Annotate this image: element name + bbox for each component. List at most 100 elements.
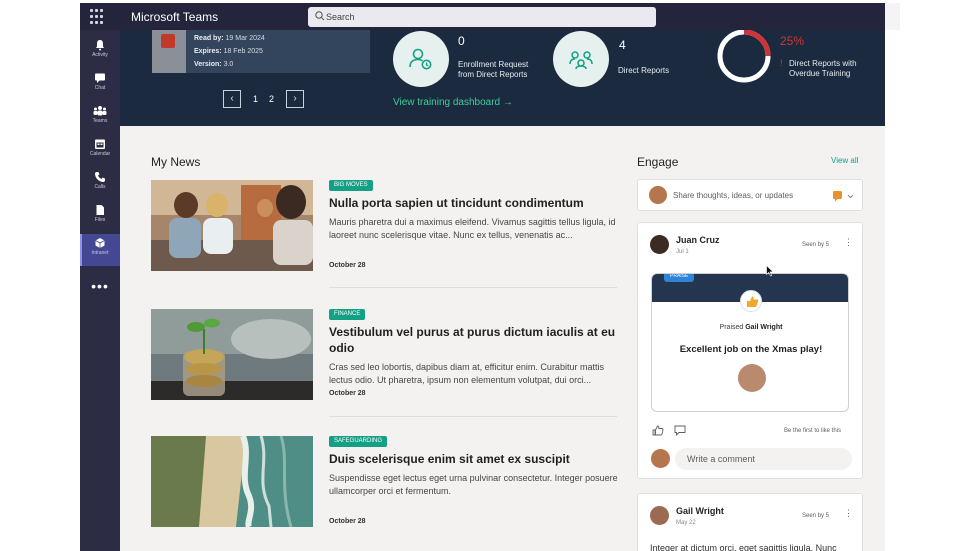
news-divider (329, 287, 617, 288)
bell-icon (96, 40, 104, 51)
my-news-heading: My News (151, 155, 201, 169)
search-input[interactable]: Search (308, 7, 656, 27)
rail-item-intranet[interactable]: Intranet (80, 234, 120, 266)
direct-reports-stat-circle (553, 31, 609, 87)
news-item[interactable]: SAFEGUARDING Duis scelerisque enim sit a… (151, 436, 619, 546)
news-image (151, 180, 313, 271)
rail-label: Activity (92, 52, 108, 58)
more-options-icon[interactable]: ⋮ (844, 237, 853, 248)
praise-message: Excellent job on the Xmas play! (679, 344, 823, 355)
post-date: Jul 1 (676, 249, 689, 255)
pager-prev-button[interactable]: ‹ (223, 90, 241, 108)
news-divider (329, 416, 617, 417)
version-line: Version: 3.0 (194, 61, 234, 68)
praise-badge: PRAISE (664, 274, 695, 282)
news-item[interactable]: FINANCE Vestibulum vel purus at purus di… (151, 309, 617, 419)
rail-label: Calls (94, 184, 106, 190)
post-date: May 22 (676, 520, 696, 526)
comment-placeholder: Write a comment (687, 454, 755, 464)
avatar (649, 186, 667, 204)
overdue-percent: 25% (780, 34, 805, 48)
news-date: October 28 (329, 518, 366, 525)
news-item[interactable]: BIG MOVES Nulla porta sapien ut tincidun… (151, 180, 617, 290)
teams-window: Microsoft Teams Search Activity Chat Tea… (80, 3, 900, 551)
post-composer[interactable]: Share thoughts, ideas, or updates (637, 179, 863, 211)
avatar (650, 235, 669, 254)
more-options-icon[interactable]: ⋮ (844, 508, 853, 519)
news-headline[interactable]: Nulla porta sapien ut tincidunt condimen… (329, 195, 619, 211)
window-edge (885, 3, 900, 30)
news-image (151, 309, 313, 400)
rail-item-calls[interactable]: Calls (80, 168, 120, 200)
post-author[interactable]: Gail Wright (676, 506, 724, 516)
post-text: Integer at dictum orci, eget sagittis li… (650, 543, 837, 551)
teams-icon (93, 106, 107, 116)
training-banner: Read by: 19 Mar 2024 Expires: 18 Feb 202… (120, 30, 885, 126)
praised-user-avatar[interactable] (738, 364, 766, 392)
rail-label: Teams (92, 118, 108, 124)
window-edge (885, 30, 900, 551)
more-apps-icon[interactable]: ••• (80, 278, 120, 294)
engage-post[interactable]: Gail Wright May 22 Seen by 5 ⋮ Integer a… (637, 493, 863, 551)
news-headline[interactable]: Vestibulum vel purus at purus dictum iac… (329, 324, 619, 356)
news-summary: Suspendisse eget lectus eget urna pulvin… (329, 473, 618, 496)
like-prompt: Be the first to like this (784, 428, 842, 434)
app-rail: Activity Chat Teams Calendar Calls Files… (80, 30, 120, 551)
people-network-icon (569, 51, 593, 70)
app-title: Microsoft Teams (131, 10, 219, 24)
rail-label: Calendar (89, 151, 111, 157)
pager-next-button[interactable]: › (286, 90, 304, 108)
enrollment-stat-circle (393, 31, 449, 87)
praised-line: Praised Gail Wright (719, 324, 783, 331)
rail-label: Chat (94, 85, 106, 91)
thumbs-up-badge-icon (740, 290, 762, 312)
alert-icon: ! (780, 58, 783, 68)
overdue-donut-chart (717, 30, 771, 83)
search-placeholder: Search (326, 12, 355, 22)
title-bar: Microsoft Teams Search (80, 3, 900, 30)
intranet-icon (95, 238, 105, 248)
pager-page-1[interactable]: 1 (253, 94, 258, 104)
pager-page-2[interactable]: 2 (269, 94, 274, 104)
read-by-line: Read by: 19 Mar 2024 (194, 35, 265, 42)
document-thumbnail (152, 30, 186, 73)
person-clock-icon (409, 48, 432, 70)
comment-input[interactable]: Write a comment (675, 448, 852, 470)
rail-item-activity[interactable]: Activity (80, 36, 120, 68)
news-category-badge[interactable]: SAFEGUARDING (329, 436, 388, 447)
rail-item-calendar[interactable]: Calendar (80, 135, 120, 167)
news-headline[interactable]: Duis scelerisque enim sit amet ex suscip… (329, 451, 619, 467)
mouse-cursor-icon (766, 265, 774, 277)
training-card[interactable]: Read by: 19 Mar 2024 Expires: 18 Feb 202… (152, 30, 370, 73)
news-category-badge[interactable]: FINANCE (329, 309, 366, 320)
rail-label: Intranet (91, 250, 109, 256)
seen-by-count[interactable]: Seen by 5 (802, 513, 829, 519)
news-date: October 28 (329, 262, 366, 269)
engage-post[interactable]: Juan Cruz Jul 1 Seen by 5 ⋮ PRAISE Prais… (637, 222, 863, 479)
chat-icon (95, 73, 105, 83)
enrollment-label: Enrollment Request from Direct Reports (458, 60, 529, 79)
comment-icon[interactable] (674, 425, 686, 436)
rail-label: Files (94, 217, 106, 223)
avatar (651, 449, 670, 468)
overdue-label: Direct Reports with Overdue Training (789, 59, 857, 78)
expires-line: Expires: 18 Feb 2025 (194, 48, 263, 55)
engage-heading: Engage (637, 155, 679, 169)
praise-card: PRAISE Praised Gail Wright Excellent job… (651, 273, 849, 412)
news-image (151, 436, 313, 527)
rail-item-files[interactable]: Files (80, 201, 120, 233)
post-type-dropdown-icon[interactable] (831, 189, 857, 203)
rail-item-chat[interactable]: Chat (80, 69, 120, 101)
app-launcher-icon[interactable] (90, 9, 106, 25)
seen-by-count[interactable]: Seen by 5 (802, 242, 829, 248)
post-author[interactable]: Juan Cruz (676, 235, 720, 245)
view-training-dashboard-link[interactable]: View training dashboard → (393, 97, 513, 108)
file-icon (96, 205, 104, 215)
pdf-icon (161, 34, 175, 48)
news-category-badge[interactable]: BIG MOVES (329, 180, 373, 191)
like-icon[interactable] (652, 425, 664, 436)
rail-item-teams[interactable]: Teams (80, 102, 120, 134)
view-all-link[interactable]: View all (831, 156, 858, 165)
avatar (650, 506, 669, 525)
direct-reports-label: Direct Reports (618, 66, 670, 75)
